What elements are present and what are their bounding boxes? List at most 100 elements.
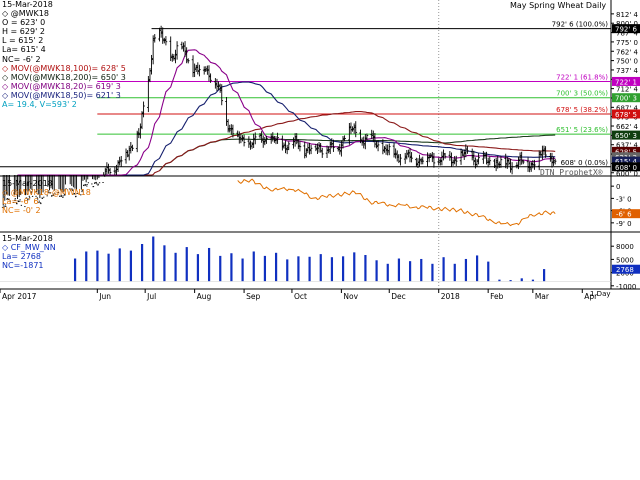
price-bar	[375, 141, 378, 149]
oi-bar	[196, 254, 200, 282]
price-legend-text: L = 615' 2	[2, 36, 44, 46]
oi-bar	[431, 263, 434, 282]
price-bar	[107, 163, 110, 174]
oi-legend-row: 15-Mar-2018	[2, 234, 56, 243]
price-bar	[403, 152, 407, 164]
price-bar	[295, 133, 299, 145]
price-legend-text: NC= -6' 2	[2, 54, 41, 64]
price-bar	[153, 34, 157, 43]
price-bar	[526, 157, 530, 172]
oi-bar	[140, 244, 144, 282]
diamond-icon: ◇	[2, 72, 11, 82]
oi-bar	[107, 253, 110, 282]
price-value-badge-text: 608' 0	[615, 164, 637, 172]
price-value-badge-text: 722' 1	[615, 78, 637, 86]
spread-y-tick-label: 0	[616, 183, 620, 191]
price-bar	[399, 153, 402, 166]
fibonacci-label: 700' 3 (50.0%)	[556, 90, 608, 98]
price-bar	[92, 175, 96, 188]
oi-bar	[364, 255, 367, 282]
oi-legend-text: NC=-1871	[2, 261, 44, 271]
x-tick-label: Jul	[146, 292, 156, 301]
oi-bar	[230, 253, 233, 282]
price-value-badge-text: 792' 6	[615, 26, 638, 34]
oi-bar	[286, 259, 289, 282]
price-bar	[319, 142, 322, 153]
price-bar	[161, 27, 165, 44]
price-bar	[298, 141, 302, 152]
legend-date-text: 15-Mar-2018	[2, 0, 53, 9]
price-bar	[488, 156, 492, 166]
price-bar	[386, 144, 389, 156]
price-bar	[274, 136, 278, 145]
price-bar	[470, 148, 474, 161]
oi-bar	[498, 279, 501, 282]
x-tick-label: Jun	[98, 292, 111, 301]
spread-line	[237, 178, 556, 227]
chart-title: May Spring Wheat Daily	[510, 1, 607, 10]
spread-legend-row: 15-Mar-2018	[2, 179, 91, 188]
price-bar	[242, 134, 246, 147]
x-tick-label: Nov	[343, 292, 358, 301]
price-bar	[451, 159, 455, 166]
oi-bar	[185, 247, 188, 282]
price-bar	[287, 141, 291, 151]
oi-legend-row: La= 2768	[2, 252, 56, 261]
price-bar	[142, 101, 145, 118]
oi-legend-text: 15-Mar-2018	[2, 234, 53, 243]
price-bar	[370, 129, 374, 139]
price-bar	[172, 54, 176, 61]
fibonacci-label: 678' 5 (38.2%)	[556, 106, 608, 114]
oi-bar	[542, 269, 546, 282]
price-y-tick-label: 662' 4	[616, 123, 639, 131]
oi-bar	[442, 257, 445, 282]
price-bar	[349, 122, 353, 135]
period-label: 1 Day	[590, 290, 611, 298]
spread-y-tick-label: -3' 0	[616, 195, 632, 203]
oi-bar	[163, 245, 166, 282]
oi-bar	[297, 256, 300, 282]
oi-y-tick-label: 5000	[616, 256, 634, 264]
price-legend-row: H = 629' 2	[2, 27, 126, 36]
price-bar	[486, 157, 490, 168]
fibonacci-label: 651' 5 (23.6%)	[556, 126, 608, 134]
oi-y-tick-label: 8000	[616, 243, 634, 251]
x-tick-label: Mar	[535, 292, 550, 301]
price-bar	[91, 175, 94, 188]
price-legend-text: A= 19.4, V=593' 2	[2, 100, 77, 110]
price-bar	[419, 157, 423, 165]
spread-layer	[237, 178, 556, 227]
price-y-tick-label: 750' 0	[616, 58, 638, 66]
oi-bar	[397, 258, 401, 282]
price-bar	[432, 152, 436, 168]
spread-legend-text: NC= -0' 2	[2, 206, 41, 216]
price-legend-text: MOV(@MWK18,200)= 650' 3	[10, 72, 126, 82]
price-bar	[437, 157, 441, 165]
oi-bar	[464, 258, 468, 282]
price-legend-row: ◇ MOV(@MWK18,20)= 619' 3	[2, 82, 126, 91]
price-y-tick-label: 712' 4	[616, 86, 639, 94]
price-legend-row: ◇ MOV(@MWK18,100)= 628' 5	[2, 64, 126, 73]
price-bar	[230, 124, 233, 135]
price-legend-text: La= 615' 4	[2, 45, 46, 55]
price-bar	[306, 143, 310, 154]
spread-legend: 15-Mar-2018 ◇ @MWK18-@MWN18 La= -6' 6 NC= -…	[2, 179, 91, 215]
price-bar	[477, 153, 480, 165]
price-bar	[150, 54, 153, 75]
price-bar	[453, 156, 456, 165]
oi-bar	[274, 252, 278, 282]
price-bar	[271, 132, 275, 142]
oi-bar	[85, 251, 88, 282]
price-bar	[520, 151, 523, 165]
spread-legend-row: NC= -0' 2	[2, 206, 91, 215]
price-bar	[174, 49, 177, 64]
price-bar	[542, 145, 546, 156]
price-bar	[247, 136, 251, 148]
price-y-tick-label: 762' 4	[616, 48, 639, 56]
price-bar	[387, 143, 391, 156]
spread-value-badge-text: -6' 6	[616, 211, 632, 219]
watermark: DTN ProphetX®	[540, 168, 603, 177]
price-bar	[499, 156, 503, 168]
price-bar	[163, 37, 166, 44]
price-bar	[439, 158, 442, 166]
